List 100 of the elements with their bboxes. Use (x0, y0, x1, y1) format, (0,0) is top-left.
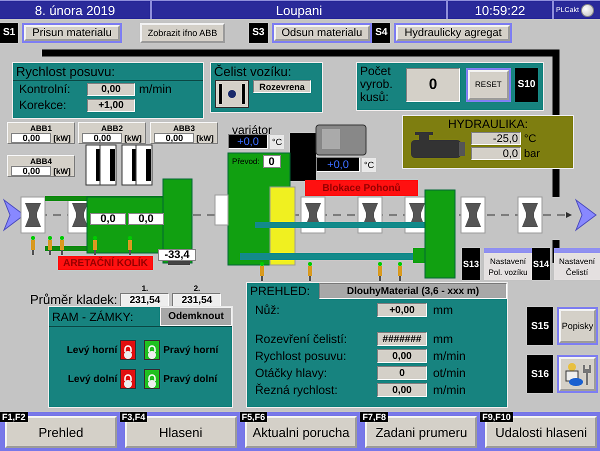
panel-title: HYDRAULIKA: (446, 116, 530, 132)
lock-label: Levý horní (66, 344, 118, 356)
unit-label: ot/min (433, 366, 466, 380)
unit-label: °C (270, 134, 284, 148)
count-value: 0 (406, 68, 460, 102)
unit-label: [kW] (124, 134, 142, 142)
column-heading: 1. (142, 284, 148, 293)
power-value: 0,00 (154, 133, 194, 143)
unlock-button[interactable]: Odemknout (160, 307, 232, 326)
alarm-label: ARETAČNÍ KOLÍK (58, 256, 153, 270)
toolbar-button[interactable]: Odsun materialu (274, 24, 370, 40)
material-label: DlouhyMaterial (3,6 - xxx m) (319, 283, 507, 299)
key-label: F1,F2 (0, 412, 28, 422)
reset-button[interactable]: RESET (468, 70, 509, 100)
field-label: Otáčky hlavy: (255, 366, 328, 380)
field-label: Korekce: (19, 98, 68, 112)
key-label: S16 (527, 355, 553, 393)
field-label: Rychlost posuvu: (255, 349, 348, 363)
variator-label: variátor (232, 123, 272, 137)
power-value: 0,00 (11, 133, 52, 143)
key-label: S4 (372, 22, 390, 42)
jaw-status: Rozevrena (253, 80, 311, 93)
unit-label: [kW] (53, 134, 71, 142)
ratio-label: Převod: (232, 157, 260, 166)
power-value: 0,00 (11, 166, 52, 176)
field-label: Kontrolní: (19, 82, 72, 96)
value-field: +0,00 (377, 303, 427, 317)
settings-button[interactable]: Nastavení Čelistí (554, 248, 600, 280)
column-heading: 2. (194, 284, 200, 293)
unit-label: m/min (139, 82, 172, 96)
technician-icon (562, 361, 592, 387)
diameter-value: 231,54 (172, 293, 222, 307)
motor-drawing (316, 124, 366, 156)
motor-block (290, 133, 316, 181)
panel-title: Čelist vozíku: (213, 63, 292, 80)
value-field: 0,00 (377, 383, 427, 397)
time-label: 10:59:22 (448, 1, 552, 19)
key-label: S10 (514, 68, 538, 102)
sensor-icon (31, 236, 35, 255)
toolbar-button[interactable]: Zobrazit ifno ABB (140, 22, 226, 42)
sensor-icon (308, 262, 312, 281)
lock-label: Pravý horní (163, 344, 218, 356)
unit-label: °C (362, 158, 376, 172)
value-field: 0 (377, 366, 427, 380)
key-label: F5,F6 (240, 412, 268, 422)
key-label: S1 (0, 22, 18, 42)
drive-name: ABB1 (30, 124, 52, 133)
field-label: Nůž: (255, 303, 281, 317)
diameter-value: 231,54 (120, 293, 170, 307)
count-label: Počet vyrob. kusů: (360, 65, 394, 104)
unit-label: mm (433, 303, 453, 317)
readout-value: -33,4 (158, 249, 196, 261)
lock-label: Pravý dolní (163, 374, 218, 384)
labels-button[interactable]: Popisky (559, 309, 596, 343)
panel-title: RAM - ZÁMKY: (51, 308, 134, 324)
jaw-icon (215, 80, 249, 108)
temperature-value: +0,0 (228, 134, 268, 149)
readout-value: 0,0 (128, 213, 164, 225)
panel-title: PREHLED: (249, 283, 312, 299)
screen-title: Loupani (152, 1, 446, 19)
sensor-icon (378, 262, 382, 281)
ratio-value: 0 (262, 155, 281, 168)
value-field: 0,00 (377, 349, 427, 363)
roller-icon (460, 196, 486, 234)
value-field: +1,00 (87, 98, 135, 112)
key-label: S15 (527, 307, 553, 345)
field-label: Rozevření čelistí: (255, 332, 348, 346)
sensor-icon (60, 236, 64, 255)
date-label: 8. února 2019 (0, 1, 150, 19)
unit-label: m/min (433, 383, 466, 397)
readout-value: 0,0 (90, 213, 126, 225)
drive-name: ABB2 (101, 124, 123, 133)
key-label: S3 (249, 22, 268, 42)
settings-button[interactable]: Nastavení Pol. vozíku (484, 248, 532, 280)
roller-icon (20, 196, 46, 234)
alarm-label: Blokace Pohonů (305, 180, 418, 196)
drive-name: ABB3 (173, 124, 195, 133)
key-label: S13 (462, 248, 480, 280)
unit-label: [kW] (53, 166, 71, 176)
value-field: ####### (377, 332, 427, 346)
key-label: F9,F10 (480, 412, 513, 422)
toolbar-button[interactable]: Prisun materialu (24, 24, 120, 40)
sensor-icon (48, 236, 52, 255)
sensor-icon (398, 262, 402, 281)
key-label: S14 (532, 248, 550, 280)
key-label: F7,F8 (360, 412, 388, 422)
temperature-value: -25,0 (471, 132, 521, 145)
toolbar-button[interactable]: Hydraulicky agregat (396, 24, 510, 40)
unit-label: °C (524, 132, 536, 144)
temperature-value: +0,0 (316, 157, 360, 172)
unit-label: m/min (433, 349, 466, 363)
sensor-icon (128, 236, 132, 255)
drive-name: ABB4 (30, 157, 52, 166)
pump-icon (409, 132, 467, 160)
roller-icon (518, 196, 542, 234)
exit-arrow-icon (574, 198, 597, 232)
diameter-label: Průměr kladek: (30, 292, 118, 307)
key-label: F3,F4 (120, 412, 148, 422)
sensor-icon (260, 262, 264, 281)
pressure-value: 0,0 (471, 147, 521, 160)
